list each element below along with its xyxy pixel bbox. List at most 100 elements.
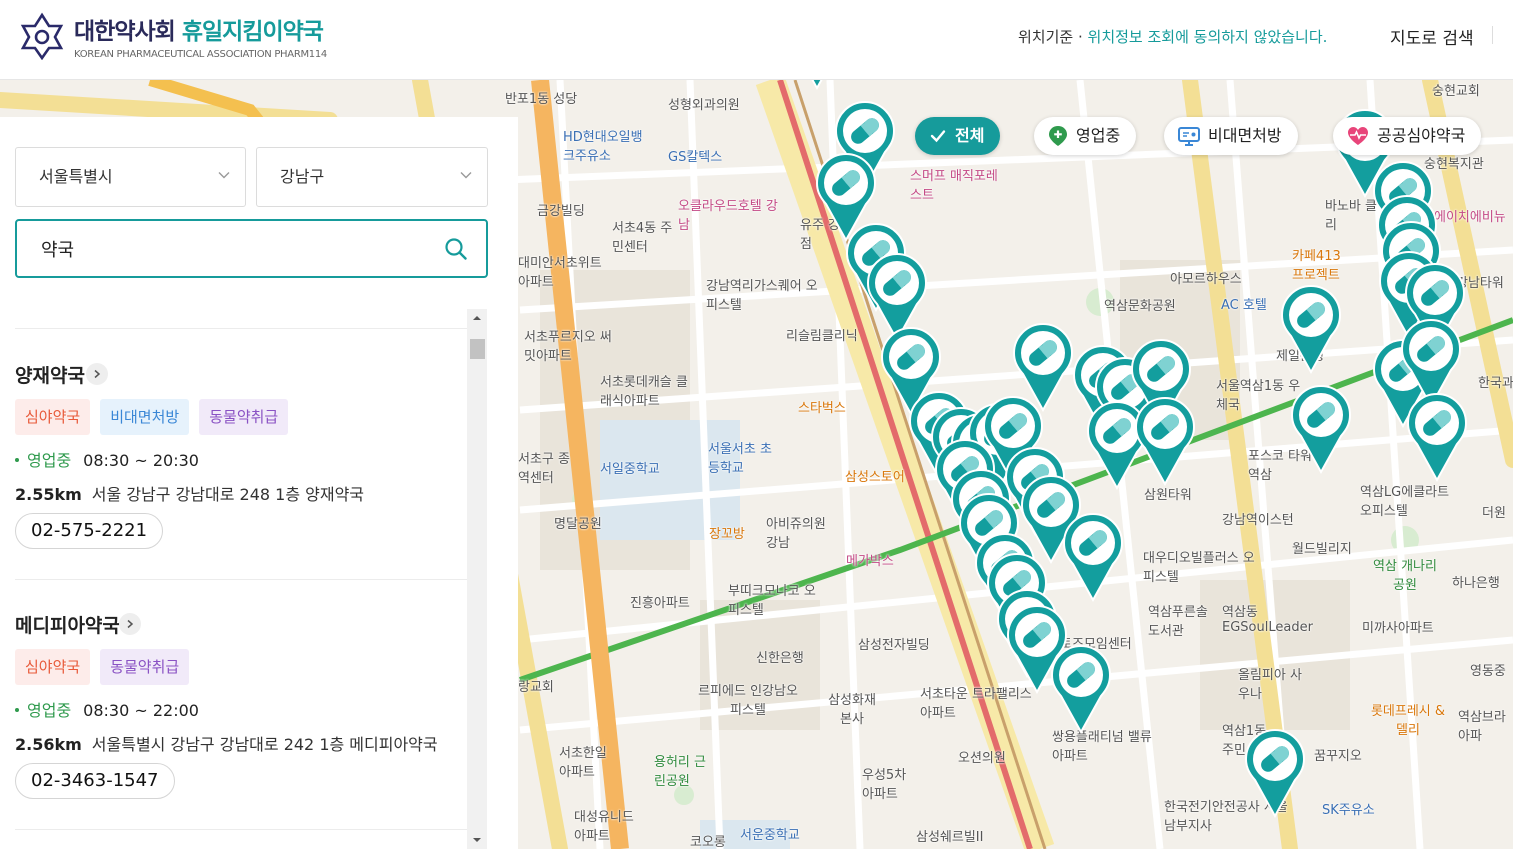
list-divider: [15, 579, 467, 580]
map-label: 서초구 종역센터: [518, 452, 570, 486]
chevron-down-icon: [218, 172, 230, 179]
map-label: 역삼문화공원: [1104, 299, 1176, 314]
district-select[interactable]: 강남구: [256, 147, 488, 207]
search-box: [15, 219, 488, 278]
map-label: 삼성화재 본사: [828, 693, 876, 727]
business-hours: 영업중 08:30 ~ 22:00: [15, 697, 199, 721]
kpa-logo-icon: [20, 12, 64, 60]
tag-night-pharmacy: 심야약국: [15, 649, 91, 685]
map-label: 르피에드 인강남오피스텔: [698, 684, 798, 718]
map-label: 한국과: [1478, 376, 1513, 391]
location-info: 위치기준 · 위치정보 조회에 동의하지 않았습니다.: [1018, 28, 1328, 46]
phone-button[interactable]: 02-3463-1547: [15, 763, 175, 799]
status-badge: 영업중: [27, 701, 72, 720]
map-label: 서초한일 아파트: [559, 746, 607, 780]
tag-animal-medicine: 동물약취급: [199, 399, 289, 435]
heart-pulse-icon: [1348, 127, 1368, 145]
search-icon[interactable]: [444, 237, 468, 261]
map-label: 하나은행: [1452, 576, 1500, 591]
filter-chip-label: 영업중: [1076, 126, 1121, 145]
map-label: 서초롯데캐슬 클래식아파트: [600, 375, 688, 409]
map-label: 영동중: [1470, 664, 1506, 679]
filter-chip-remote[interactable]: 비대면처방: [1164, 117, 1298, 155]
list-scrollbar[interactable]: [467, 309, 487, 849]
map-label: 코오롱: [690, 835, 726, 849]
tag-list: 심야약국 비대면처방 동물약취급: [15, 399, 298, 435]
map-label: 에이치에비뉴: [1434, 210, 1506, 225]
map-label: 삼원타워: [1144, 488, 1192, 503]
pharmacy-marker-pin-icon[interactable]: [1012, 322, 1074, 413]
pharmacy-marker-pin-icon[interactable]: [1290, 384, 1352, 475]
open-plus-icon: [1049, 126, 1067, 146]
logo-subtitle: KOREAN PHARMACEUTICAL ASSOCIATION PHARM1…: [74, 49, 327, 60]
map-label: AC 호텔: [1221, 298, 1267, 313]
map-label: 반포1동 성당: [505, 92, 578, 107]
scroll-up-icon[interactable]: [467, 309, 487, 327]
phone-button[interactable]: 02-575-2221: [15, 513, 164, 549]
map-label: 서울서초 초등학교: [708, 442, 772, 476]
map-label: 꿈꾸지오: [1314, 749, 1362, 764]
map-label: 강남역리가스퀘어 오피스텔: [706, 279, 818, 313]
map-label: 카페413 프로젝트: [1292, 249, 1341, 283]
map-label: 역삼 개나리공원: [1373, 559, 1437, 593]
business-hours: 영업중 08:30 ~ 20:30: [15, 447, 199, 471]
filter-chip-label: 공공심야약국: [1377, 126, 1466, 145]
map-label: 서일중학교: [600, 462, 660, 477]
map-label: 성형외과의원: [668, 98, 740, 113]
map-label: 서초푸르지오 써밋아파트: [524, 330, 612, 364]
map-label: HD현대오일뱅크주유소: [563, 130, 643, 164]
pharmacy-name[interactable]: 메디피아약국: [15, 611, 120, 638]
scroll-thumb[interactable]: [470, 339, 485, 359]
pharmacy-marker-pin-icon[interactable]: [1062, 512, 1124, 603]
map-label: 올림피아 사우나: [1238, 668, 1302, 702]
chevron-right-icon[interactable]: [86, 363, 108, 385]
logo-title: 대한약사회 휴일지킴이약국: [74, 19, 324, 45]
tag-animal-medicine: 동물약취급: [100, 649, 190, 685]
map-label: 롯데프레시 &델리: [1370, 704, 1446, 738]
list-item[interactable]: 양재약국 심야약국 비대면처방 동물약취급 영업중 08:30 ~ 20:30 2…: [15, 361, 467, 581]
distance: 2.55km: [15, 485, 82, 504]
scroll-down-icon[interactable]: [467, 831, 487, 849]
map-label: SK주유소: [1322, 803, 1375, 818]
tag-remote-prescription: 비대면처방: [100, 399, 190, 435]
map-label: 역삼브라 아파: [1458, 710, 1506, 744]
map-label: 대성유니드 아파트: [574, 810, 634, 844]
address: 2.55km 서울 강남구 강남대로 248 1층 양재약국: [15, 485, 365, 504]
map-label: 아모르하우스: [1170, 272, 1242, 287]
map-label: 금강빌딩: [537, 204, 585, 219]
map-label: 더원: [1482, 506, 1506, 521]
map-label: 대우디오빌플러스 오피스텔: [1143, 551, 1255, 585]
pharmacy-marker-pin-icon[interactable]: [1406, 392, 1468, 483]
pharmacy-marker-pin-icon[interactable]: [1244, 728, 1306, 819]
map-label: 삼성스토어: [845, 470, 905, 485]
map-label: 신한은행: [756, 651, 804, 666]
pharmacy-marker-pin-icon[interactable]: [1134, 396, 1196, 487]
status-badge: 영업중: [27, 451, 72, 470]
map-label: 리슬림클리닉: [786, 329, 858, 344]
map-label: 삼성쉐르빌II: [916, 830, 984, 845]
pharmacy-marker-pin-icon[interactable]: [1050, 644, 1112, 735]
filter-chip-open[interactable]: 영업중: [1034, 117, 1137, 155]
list-item[interactable]: 메디피아약국 심야약국 동물약취급 영업중 08:30 ~ 22:00 2.56k…: [15, 611, 467, 831]
map-search-link[interactable]: 지도로 검색: [1390, 24, 1474, 49]
filter-chip-public-night[interactable]: 공공심야약국: [1333, 117, 1482, 155]
map-label: 부띠크모나코 오피스텔: [728, 584, 816, 618]
map-label: 서초4동 주민센터: [612, 221, 673, 255]
filter-chip-all[interactable]: 전체: [915, 117, 1001, 155]
pharmacy-name[interactable]: 양재약국: [15, 361, 85, 388]
map-label: 용허리 근린공원: [654, 755, 706, 789]
map-label: 랑교회: [518, 680, 554, 695]
pharmacy-marker-pin-icon[interactable]: [1280, 284, 1342, 375]
search-input[interactable]: [41, 236, 421, 262]
logo[interactable]: 대한약사회 휴일지킴이약국 KOREAN PHARMACEUTICAL ASSO…: [20, 12, 327, 60]
location-consent-link[interactable]: 위치정보 조회에 동의하지 않았습니다.: [1088, 28, 1328, 46]
chevron-right-icon[interactable]: [119, 613, 141, 635]
check-icon: [930, 130, 946, 143]
region-select[interactable]: 서울특별시: [15, 147, 246, 207]
map-label: 메가박스: [846, 554, 894, 569]
filter-chip-label: 전체: [955, 126, 985, 145]
map-label: 오클라우드호텔 강남: [678, 199, 778, 233]
map-label: 서운중학교: [740, 828, 800, 843]
map-label: 스머프 매직포레스트: [910, 169, 998, 203]
map-label: 미까사아파트: [1362, 621, 1434, 636]
